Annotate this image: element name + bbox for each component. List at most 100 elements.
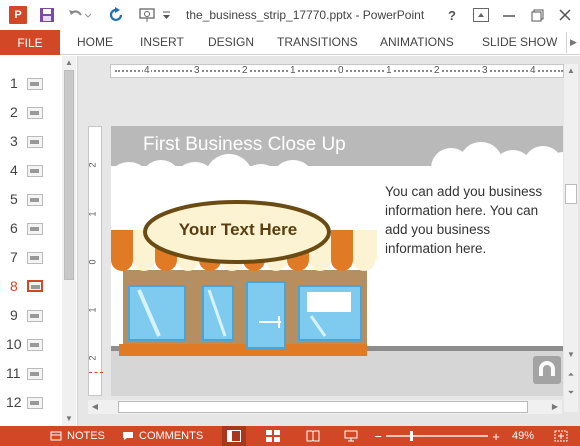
slide-title[interactable]: First Business Close Up	[143, 134, 346, 156]
slide-sorter-button[interactable]	[264, 426, 282, 446]
slide-show-button[interactable]	[342, 426, 360, 446]
slide-thumbnail[interactable]	[27, 252, 43, 264]
previous-slide-icon[interactable]: ⏶	[564, 368, 578, 382]
ruler-number: 1	[87, 211, 98, 217]
help-button[interactable]: ?	[444, 5, 460, 25]
notes-label: NOTES	[67, 430, 105, 442]
notes-icon	[50, 431, 62, 441]
slide-number[interactable]: 4	[10, 162, 18, 178]
scrollbar-thumb[interactable]	[118, 401, 528, 413]
slide-thumbnail[interactable]	[27, 165, 43, 177]
slide-body-text[interactable]: You can add you business information her…	[385, 182, 557, 258]
ruler-number: 4	[143, 65, 151, 76]
reading-view-button[interactable]	[304, 426, 322, 446]
zoom-slider-handle[interactable]	[410, 431, 413, 441]
slide-number[interactable]: 2	[10, 104, 18, 120]
scroll-down-icon[interactable]: ▼	[62, 412, 76, 426]
powerpoint-app-icon[interactable]: P	[8, 5, 28, 25]
slide-show-icon	[344, 430, 358, 442]
ruler-number: 2	[241, 65, 249, 76]
scroll-left-icon[interactable]: ◀	[88, 400, 102, 414]
ruler-number: 2	[87, 162, 98, 168]
slide-thumbnail[interactable]	[27, 339, 43, 351]
scroll-up-icon[interactable]: ▲	[62, 56, 76, 70]
close-button[interactable]	[556, 5, 574, 25]
slide-number[interactable]: 11	[6, 365, 21, 381]
thumbnail-scrollbar[interactable]: ▲ ▼	[62, 56, 76, 426]
slide-editing-area: 4 3 2 1 0 1 2 3 4 2 1 0 1 2 First Busine…	[78, 56, 580, 426]
zoom-in-button[interactable]: +	[490, 426, 502, 446]
ruler-number: 0	[337, 65, 345, 76]
slide-number-active[interactable]: 8	[10, 278, 18, 294]
slide-number[interactable]: 1	[10, 75, 18, 91]
slide-thumbnail[interactable]	[27, 310, 43, 322]
slide-canvas[interactable]: First Business Close Up You can add you …	[111, 126, 563, 396]
fit-to-window-button[interactable]	[552, 426, 570, 446]
ruler-number: 3	[193, 65, 201, 76]
sign-text[interactable]: Your Text Here	[163, 220, 313, 240]
fit-to-window-icon	[554, 430, 568, 442]
undo-button[interactable]	[66, 5, 92, 25]
slide-number[interactable]: 12	[6, 394, 22, 410]
undo-icon	[69, 10, 91, 18]
slide-number[interactable]: 3	[10, 133, 18, 149]
ruler-number: 1	[87, 307, 98, 313]
slide-thumbnail[interactable]	[27, 78, 43, 90]
tab-insert[interactable]: INSERT	[140, 35, 184, 49]
tab-design[interactable]: DESIGN	[208, 35, 254, 49]
ruler-number: 2	[87, 355, 98, 361]
tab-slide-show[interactable]: SLIDE SHOW	[482, 35, 557, 49]
close-icon	[559, 9, 571, 21]
magnet-icon	[539, 361, 555, 376]
vertical-scrollbar[interactable]: ▲ ▼ ⏶ ⏷	[564, 64, 578, 412]
tab-animations[interactable]: ANIMATIONS	[380, 35, 454, 49]
start-from-beginning-button[interactable]	[137, 5, 157, 25]
ribbon-display-options-button[interactable]	[472, 5, 490, 25]
title-bar: P the_business_strip_17770.pptx - PowerP…	[0, 0, 580, 30]
slide-thumbnail[interactable]	[27, 368, 43, 380]
slide-thumbnail[interactable]	[27, 397, 43, 409]
next-slide-icon[interactable]: ⏷	[564, 386, 578, 400]
tab-transitions[interactable]: TRANSITIONS	[277, 35, 358, 49]
zoom-slider[interactable]	[386, 435, 488, 437]
tab-file[interactable]: FILE	[0, 30, 60, 55]
zoom-level[interactable]: 49%	[512, 426, 534, 446]
scrollbar-thumb[interactable]	[565, 184, 577, 204]
scroll-up-icon[interactable]: ▲	[564, 64, 578, 78]
reading-view-icon	[306, 430, 320, 442]
slide-thumbnail-pane: 1 2 3 4 5 6 7 8 9 10 11 12 ▲ ▼	[0, 56, 78, 426]
scrollbar-thumb[interactable]	[64, 70, 74, 280]
slide-action-icon[interactable]	[533, 356, 561, 384]
maximize-button[interactable]	[528, 5, 546, 25]
slide-number[interactable]: 9	[10, 307, 18, 323]
tab-home[interactable]: HOME	[77, 35, 113, 49]
normal-view-button[interactable]	[222, 426, 246, 446]
slide-thumbnail[interactable]	[27, 136, 43, 148]
scroll-down-icon[interactable]: ▼	[564, 348, 578, 362]
redo-button[interactable]	[106, 5, 128, 25]
document-title: the_business_strip_17770.pptx - PowerPoi…	[186, 8, 425, 22]
ruler-number: 1	[289, 65, 297, 76]
save-button[interactable]	[38, 5, 56, 25]
notes-button[interactable]: NOTES	[50, 426, 105, 446]
slide-thumbnail-active[interactable]	[27, 280, 43, 292]
slide-number[interactable]: 6	[10, 220, 18, 236]
ruler-number: 0	[87, 259, 98, 265]
slide-number[interactable]: 7	[10, 249, 18, 265]
minimize-button[interactable]	[500, 5, 518, 25]
slide-number[interactable]: 5	[10, 191, 18, 207]
horizontal-scrollbar[interactable]: ◀ ▶	[88, 400, 562, 414]
vertical-ruler: 2 1 0 1 2	[87, 126, 103, 396]
present-icon	[139, 8, 155, 22]
customize-toolbar-icon[interactable]	[160, 5, 172, 25]
slide-thumbnail[interactable]	[27, 194, 43, 206]
comments-button[interactable]: COMMENTS	[122, 426, 203, 446]
ruler-number: 2	[433, 65, 441, 76]
slide-thumbnail[interactable]	[27, 107, 43, 119]
ribbon-scroll-right-icon[interactable]: ▶	[566, 32, 580, 53]
slide-thumbnail[interactable]	[27, 223, 43, 235]
scroll-right-icon[interactable]: ▶	[548, 400, 562, 414]
maximize-icon	[531, 9, 544, 22]
zoom-out-button[interactable]: −	[372, 426, 384, 446]
slide-number[interactable]: 10	[6, 336, 22, 352]
